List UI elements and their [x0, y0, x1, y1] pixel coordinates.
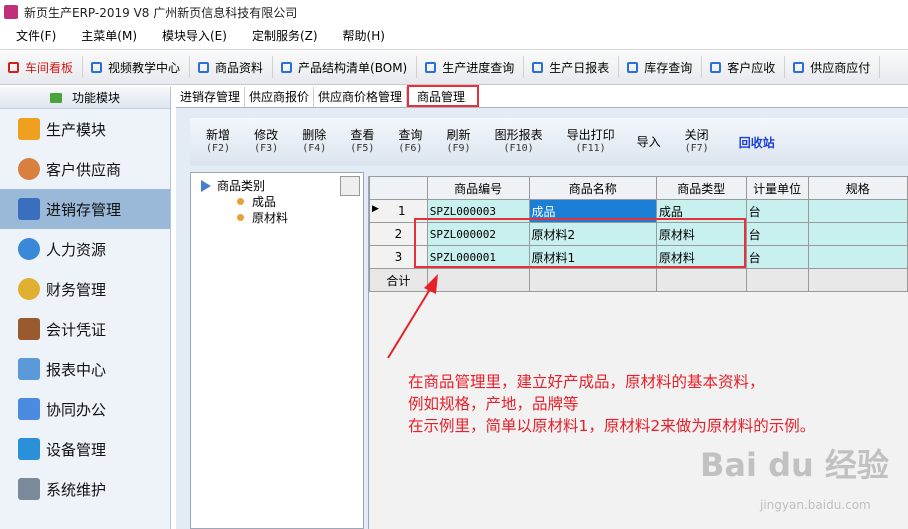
tab-supplier-price[interactable]: 供应商价格管理 [314, 87, 408, 107]
folder-icon [18, 118, 40, 140]
cell-unit[interactable]: 台 [745, 199, 809, 223]
row-pointer-icon: ▶ [372, 204, 379, 214]
tab-bar: 进销存管理 供应商报价 供应商价格管理 商品管理 [176, 85, 908, 108]
checkbox-icon [627, 61, 639, 73]
column-header[interactable]: 商品编号 [426, 176, 530, 200]
annotation-text: 在商品管理里，建立好产成品，原材料的基本资料， 例如规格，产地，品牌等 在示例里… [408, 373, 816, 435]
column-header[interactable]: 计量单位 [745, 176, 809, 200]
cell-spec[interactable] [807, 222, 908, 246]
tree-node-material[interactable]: 原材料 [237, 209, 288, 226]
cell-unit[interactable]: 台 [745, 222, 809, 246]
node-icon [237, 214, 244, 221]
delete-button[interactable]: 删除 (F4) [302, 129, 326, 155]
column-header[interactable]: 商品类型 [655, 176, 747, 200]
node-icon [237, 198, 244, 205]
menu-module-import[interactable]: 模块导入(E) [146, 27, 236, 44]
sidebar-item-production[interactable]: 生产模块 [0, 109, 170, 149]
quick-inventory[interactable]: 库存查询 [619, 56, 703, 78]
quick-production-progress[interactable]: 生产进度查询 [417, 56, 525, 78]
checkbox-icon [8, 61, 19, 73]
sidebar-item-accounting[interactable]: 会计凭证 [0, 309, 170, 349]
view-button[interactable]: 查看 (F5) [350, 129, 374, 155]
sidebar-item-finance[interactable]: 财务管理 [0, 269, 170, 309]
menu-custom-service[interactable]: 定制服务(Z) [236, 27, 327, 44]
column-header[interactable]: 商品名称 [528, 176, 657, 200]
sidebar-item-hr[interactable]: 人力资源 [0, 229, 170, 269]
module-icon [49, 92, 62, 103]
quick-workshop-board[interactable]: 车间看板 [0, 56, 84, 78]
tab-product-management[interactable]: 商品管理 [407, 85, 480, 107]
menu-main[interactable]: 主菜单(M) [65, 27, 146, 44]
annotation-arrow-icon [387, 274, 438, 359]
sidebar-header: 功能模块 [0, 87, 170, 109]
export-print-button[interactable]: 导出打印 (F11) [567, 129, 615, 155]
bar-chart-icon [18, 198, 40, 220]
highlight-box [414, 218, 746, 268]
refresh-button[interactable]: 刷新 (F9) [446, 129, 470, 155]
row-header-corner [369, 176, 428, 200]
quick-product-data[interactable]: 商品资料 [190, 56, 274, 78]
cell-spec[interactable] [807, 199, 908, 223]
summary-row: 合计 [369, 268, 908, 292]
quick-daily-report[interactable]: 生产日报表 [524, 56, 620, 78]
sidebar-item-reports[interactable]: 报表中心 [0, 349, 170, 389]
tree-options-button[interactable] [340, 176, 360, 196]
checkbox-icon [710, 61, 722, 73]
toolbar: 新增 (F2) 修改 (F3) 删除 (F4) 查看 (F5) 查询 (F6) 刷新 (F9… [190, 118, 908, 166]
calendar-icon [18, 398, 40, 420]
checkbox-icon [793, 61, 805, 73]
chart-report-button[interactable]: 图形报表 (F10) [495, 129, 543, 155]
cell-spec[interactable] [807, 245, 908, 269]
quick-video-center[interactable]: 视频教学中心 [83, 56, 191, 78]
menu-file[interactable]: 文件(F) [0, 27, 65, 44]
watermark-url: jingyan.baidu.com [760, 498, 871, 512]
checkbox-icon [281, 61, 293, 73]
person-icon [18, 238, 40, 260]
sidebar-item-customer-supplier[interactable]: 客户供应商 [0, 149, 170, 189]
quick-receivables[interactable]: 客户应收 [702, 56, 786, 78]
sidebar-item-office[interactable]: 协同办公 [0, 389, 170, 429]
tree-root[interactable]: 商品类别 [201, 177, 265, 194]
sidebar-item-equipment[interactable]: 设备管理 [0, 429, 170, 469]
equipment-icon [18, 438, 40, 460]
report-icon [18, 358, 40, 380]
cell-unit[interactable]: 台 [745, 245, 809, 269]
close-button[interactable]: 关闭 (F7) [685, 129, 709, 155]
recycle-bin-button[interactable]: 回收站 [739, 134, 775, 151]
lock-icon [18, 478, 40, 500]
quick-bom[interactable]: 产品结构清单(BOM) [273, 56, 418, 78]
coins-icon [18, 278, 40, 300]
watermark-logo: Bai du 经验 [700, 446, 889, 484]
edit-button[interactable]: 修改 (F3) [254, 129, 278, 155]
query-button[interactable]: 查询 (F6) [398, 129, 422, 155]
checkbox-icon [532, 61, 544, 73]
add-button[interactable]: 新增 (F2) [206, 129, 230, 155]
table-header: 商品编号 商品名称 商品类型 计量单位 规格 [369, 176, 908, 200]
category-tree: 商品类别 成品 原材料 [190, 172, 364, 529]
book-icon [18, 318, 40, 340]
sidebar-item-inventory[interactable]: 进销存管理 [0, 189, 170, 229]
quick-payables[interactable]: 供应商应付 [785, 56, 881, 78]
window-title: 新页生产ERP-2019 V8 广州新页信息科技有限公司 [24, 5, 298, 20]
app-icon [4, 5, 18, 19]
arrow-right-icon [201, 179, 211, 192]
tab-inventory[interactable]: 进销存管理 [176, 87, 246, 107]
sidebar: 功能模块 生产模块 客户供应商 进销存管理 人力资源 财务管理 会计凭证 报表中… [0, 87, 171, 529]
quick-access-bar: 车间看板 视频教学中心 商品资料 产品结构清单(BOM) 生产进度查询 生产日报… [0, 49, 908, 85]
sidebar-item-system[interactable]: 系统维护 [0, 469, 170, 509]
checkbox-icon [91, 61, 103, 73]
import-button[interactable]: 导入 [637, 135, 661, 149]
title-bar: 新页生产ERP-2019 V8 广州新页信息科技有限公司 [0, 0, 908, 24]
checkbox-icon [425, 61, 437, 73]
menu-bar: 文件(F) 主菜单(M) 模块导入(E) 定制服务(Z) 帮助(H) [0, 24, 908, 46]
tab-supplier-quote[interactable]: 供应商报价 [245, 87, 315, 107]
column-header[interactable]: 规格 [807, 176, 908, 200]
tree-node-finished[interactable]: 成品 [237, 193, 276, 210]
people-icon [18, 158, 40, 180]
menu-help[interactable]: 帮助(H) [327, 27, 394, 44]
checkbox-icon [198, 61, 210, 73]
